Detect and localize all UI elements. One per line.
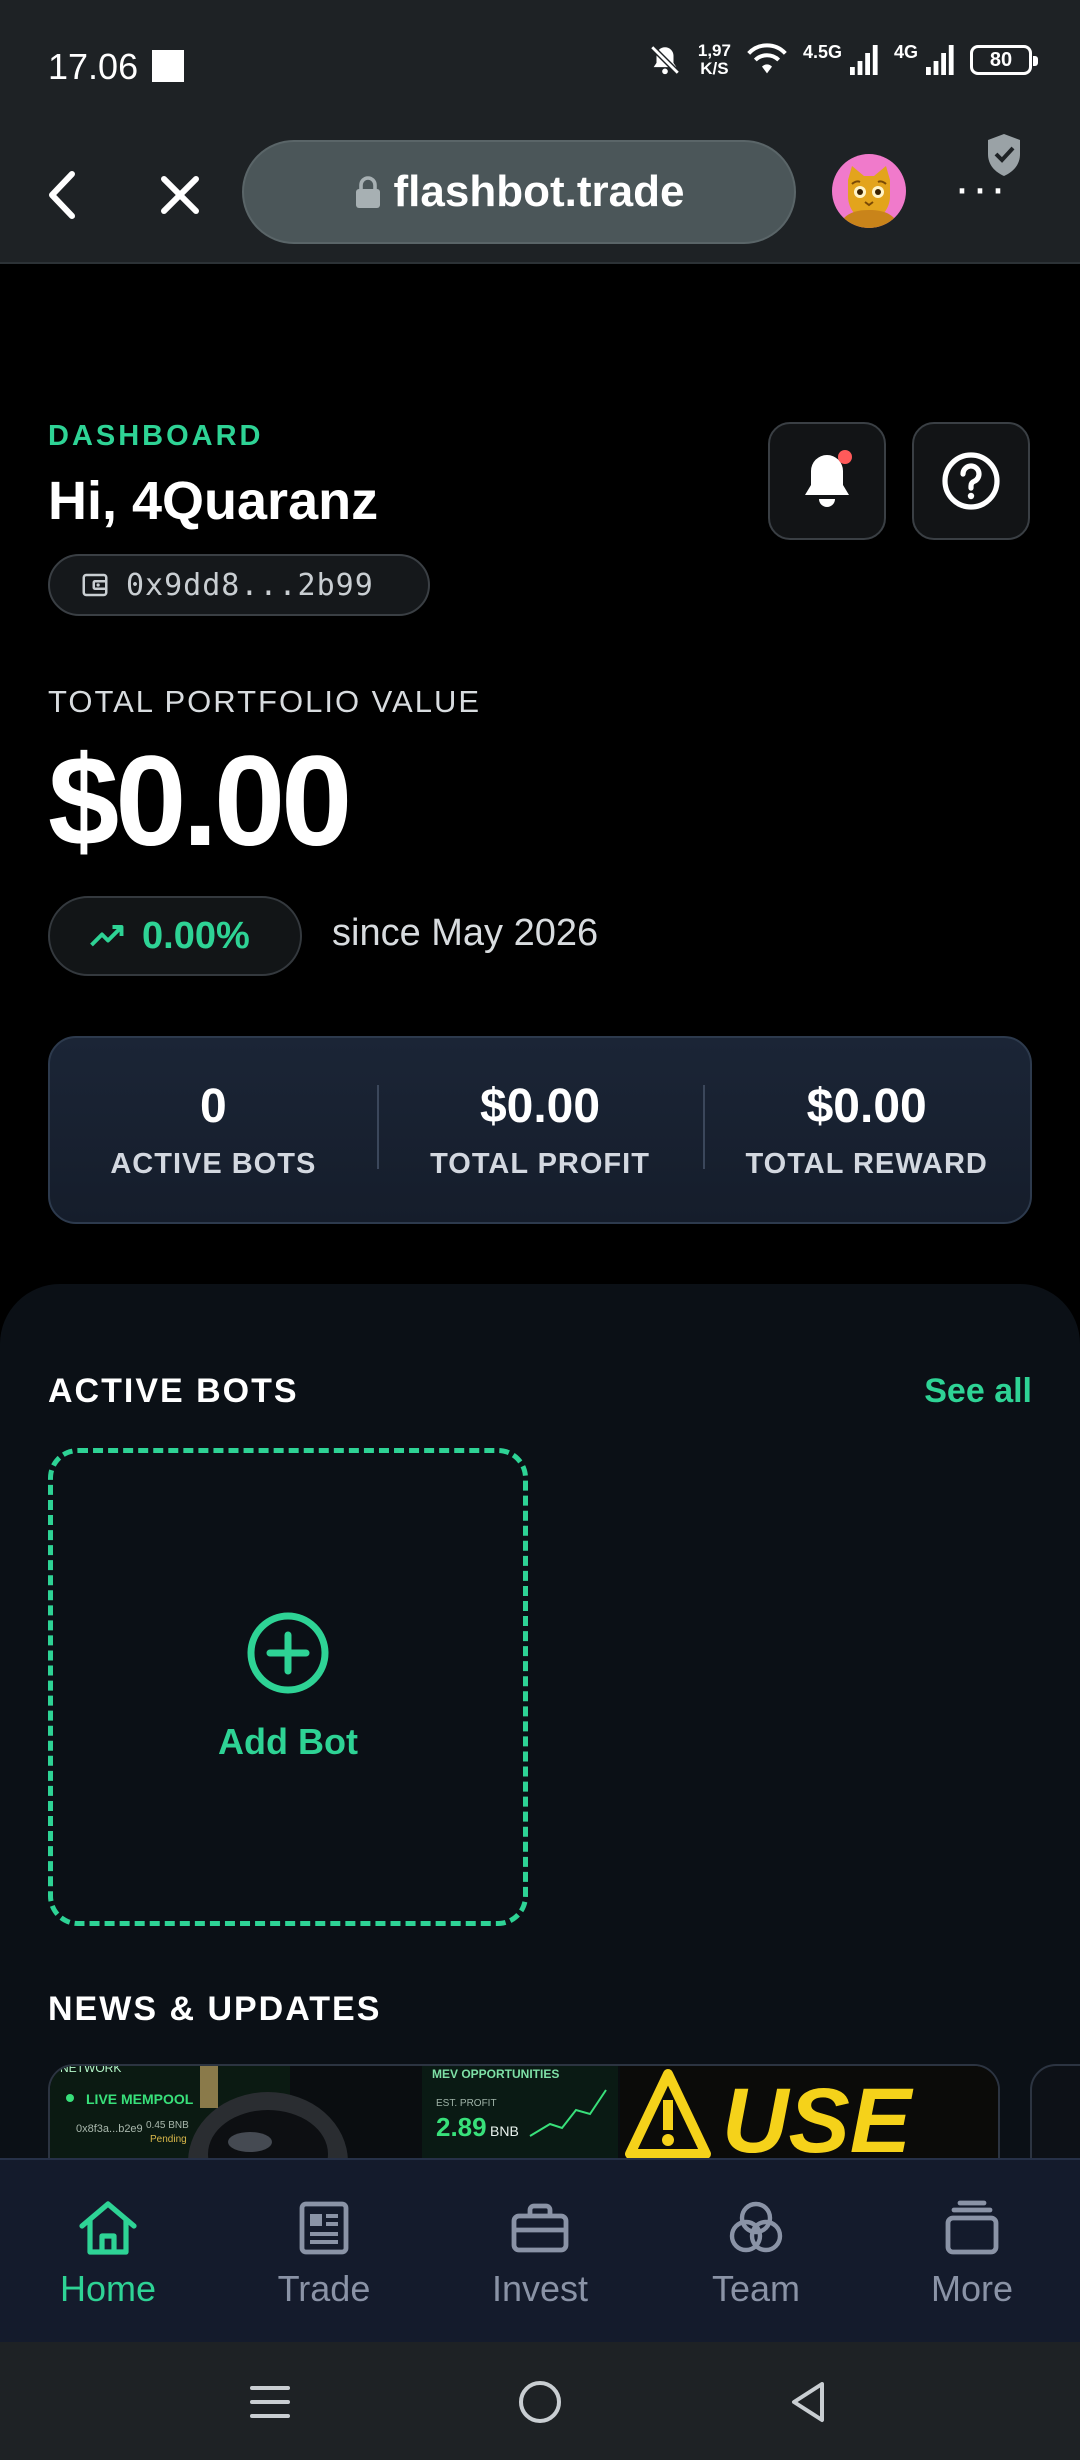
battery-icon: 80 <box>970 45 1038 75</box>
avatar[interactable] <box>832 154 906 228</box>
back-arrow-icon[interactable] <box>34 160 90 230</box>
status-icons: 1,97 K/S 4.5G 4G 80 <box>648 42 1038 78</box>
briefcase-icon <box>511 2203 569 2253</box>
notification-square-icon <box>152 50 184 82</box>
wallet-icon <box>82 573 108 597</box>
home-circle-icon[interactable] <box>516 2378 564 2426</box>
wifi-icon <box>747 43 787 74</box>
net-speed-unit: K/S <box>700 59 729 78</box>
nav-label: More <box>930 2268 1014 2309</box>
plus-circle-icon <box>247 1612 329 1694</box>
bottom-nav: Home Trade Invest Team More <box>0 2158 1080 2342</box>
banner-mev-text: MEV OPPORTUNITIES <box>432 2067 559 2081</box>
nav-label: Invest <box>491 2268 589 2309</box>
stat-value: 0 <box>199 1080 227 1133</box>
status-bar: 17.06 1,97 K/S 4.5G 4G 80 <box>0 0 1080 130</box>
browser-toolbar: flashbot.trade ··· <box>0 130 1080 264</box>
bell-muted-icon <box>650 45 680 75</box>
system-nav-bar <box>0 2342 1080 2460</box>
stat-value: $0.00 <box>806 1080 927 1133</box>
back-triangle-icon[interactable] <box>786 2378 830 2426</box>
banner-est-profit: EST. PROFIT <box>436 2098 497 2109</box>
nav-home[interactable]: Home <box>0 2160 216 2342</box>
net-speed: 1,97 K/S <box>698 42 731 78</box>
battery-level: 80 <box>989 49 1013 71</box>
nav-team[interactable]: Team <box>648 2160 864 2342</box>
help-button[interactable] <box>912 422 1030 540</box>
banner-warning-text: USE <box>722 2070 914 2172</box>
more-menu-icon[interactable]: ··· <box>946 165 1016 224</box>
banner-mempool-text: LIVE MEMPOOL <box>86 2091 194 2107</box>
help-circle-icon <box>942 452 1000 510</box>
nav-trade[interactable]: Trade <box>216 2160 432 2342</box>
url-text: flashbot.trade <box>393 167 685 216</box>
signal-bars-icon <box>926 45 954 75</box>
recent-apps-icon[interactable] <box>248 2382 292 2422</box>
nav-label: Home <box>59 2268 157 2309</box>
banner-profit-value: 2.89 <box>436 2112 487 2142</box>
nav-more[interactable]: More <box>864 2160 1080 2342</box>
banner-pending: Pending <box>150 2134 187 2145</box>
stat-label: TOTAL REWARD <box>745 1148 988 1180</box>
stat-value: $0.00 <box>479 1080 601 1133</box>
bell-icon <box>805 450 852 507</box>
trending-up-icon <box>90 925 124 947</box>
portfolio-change-value: 0.00% <box>142 914 250 957</box>
stat-active-bots: 0 ACTIVE BOTS <box>50 1079 377 1181</box>
banner-bnb-small: 0.45 BNB <box>146 2120 189 2131</box>
signal1-label: 4.5G <box>802 42 842 62</box>
portfolio-value: $0.00 <box>48 730 352 873</box>
stats-card: 0 ACTIVE BOTS $0.00 TOTAL PROFIT $0.00 T… <box>48 1036 1032 1224</box>
portfolio-change-badge: 0.00% <box>48 896 302 976</box>
team-circles-icon <box>729 2201 783 2253</box>
add-bot-button[interactable]: Add Bot <box>48 1448 528 1926</box>
banner-tx-text: 0x8f3a...b2e9 <box>76 2123 143 2135</box>
active-bots-title: ACTIVE BOTS <box>48 1372 299 1410</box>
stat-label: ACTIVE BOTS <box>110 1148 317 1180</box>
net-speed-value: 1,97 <box>697 41 731 60</box>
nav-invest[interactable]: Invest <box>432 2160 648 2342</box>
greeting: Hi, 4Quaranz <box>48 471 379 531</box>
close-icon[interactable] <box>150 160 210 230</box>
nav-label: Team <box>711 2268 801 2309</box>
stat-total-reward: $0.00 TOTAL REWARD <box>703 1079 1030 1181</box>
news-title: NEWS & UPDATES <box>48 1990 382 2028</box>
lock-icon <box>355 176 380 208</box>
nav-label: Trade <box>277 2268 371 2309</box>
stat-total-profit: $0.00 TOTAL PROFIT <box>376 1079 704 1181</box>
see-all-link[interactable]: See all <box>924 1372 1032 1411</box>
wallet-address: 0x9dd8...2b99 <box>126 567 374 603</box>
stack-icon <box>945 2200 999 2255</box>
home-icon <box>79 2201 137 2255</box>
since-text: since May 2026 <box>332 912 599 954</box>
stat-label: TOTAL PROFIT <box>430 1148 650 1180</box>
signal2-label: 4G <box>893 42 918 62</box>
address-bar[interactable]: flashbot.trade <box>242 140 796 244</box>
signal-bars-icon <box>849 45 878 75</box>
banner-network-text: NETWORK <box>60 2066 121 2075</box>
cat-avatar-icon <box>844 166 894 228</box>
notifications-button[interactable] <box>768 422 886 540</box>
section-label: DASHBOARD <box>48 420 264 452</box>
newspaper-icon <box>299 2201 349 2255</box>
wallet-address-pill[interactable]: 0x9dd8...2b99 <box>48 554 430 616</box>
portfolio-label: TOTAL PORTFOLIO VALUE <box>48 684 482 719</box>
add-bot-label: Add Bot <box>218 1721 358 1762</box>
status-time: 17.06 <box>48 46 139 87</box>
banner-profit-unit: BNB <box>490 2123 519 2139</box>
